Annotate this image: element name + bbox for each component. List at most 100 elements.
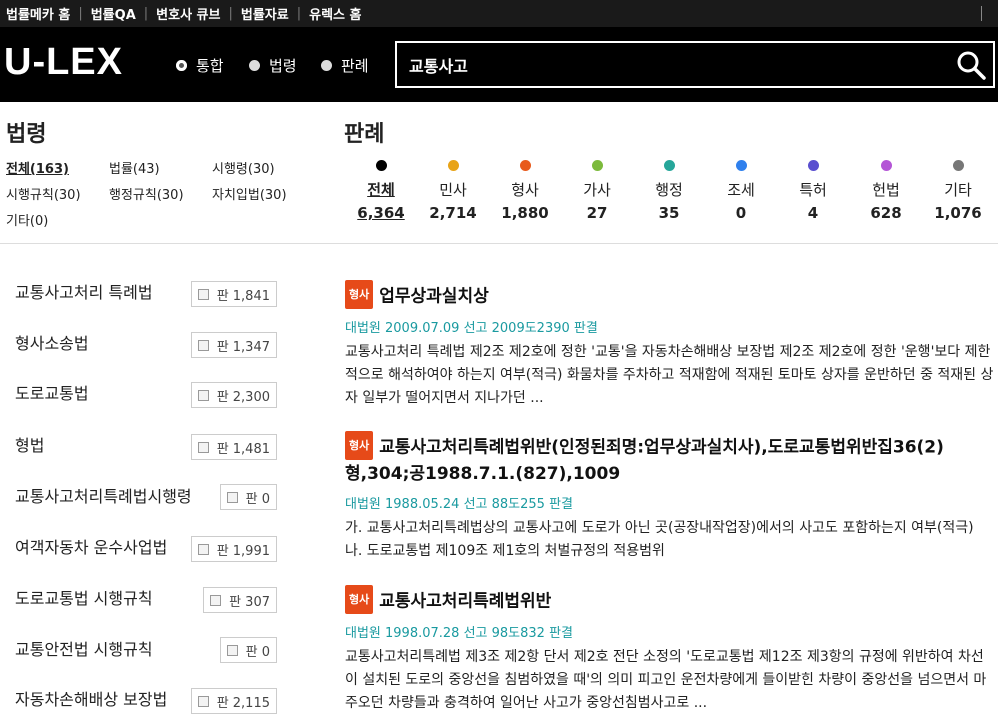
case-count-filter[interactable]: 판 1,841 — [190, 281, 277, 307]
law-name-link[interactable]: 여객자동차 운수사업법 — [15, 534, 167, 558]
checkbox-icon[interactable] — [197, 288, 209, 300]
category-count: 1,076 — [934, 204, 982, 222]
case-count-filter[interactable]: 판 1,347 — [190, 332, 277, 358]
case-meta[interactable]: 대법원 1988.05.24 선고 88도255 판결 — [345, 493, 995, 512]
category-label: 기타 — [944, 181, 972, 199]
category-count: 1,880 — [501, 204, 549, 222]
logo[interactable]: U-LEX — [4, 41, 123, 84]
law-list-item: 자동차손해배상 보장법 판 2,115 — [15, 686, 277, 714]
case-category-all[interactable]: 전체 6,364 — [341, 160, 421, 222]
topnav-separator: | — [78, 6, 83, 21]
case-count-filter[interactable]: 판 2,300 — [190, 382, 277, 408]
category-dot-icon — [447, 160, 459, 171]
case-result-item: 형사 교통사고처리특례법위반(인정된죄명:업무상과실치사),도로교통법위반집36(… — [345, 431, 995, 563]
case-count-filter[interactable]: 판 2,115 — [190, 688, 277, 714]
case-count-filter[interactable]: 판 1,991 — [190, 536, 277, 562]
case-count-filter[interactable]: 판 1,481 — [190, 434, 277, 460]
category-dot-icon — [880, 160, 892, 171]
case-category-patent[interactable]: 특허 4 — [773, 160, 853, 222]
category-label: 전체 — [367, 181, 395, 199]
topnav-lawyer-cube[interactable]: 변호사 큐브 — [156, 4, 220, 23]
law-name-link[interactable]: 교통사고처리 특례법 — [15, 279, 153, 303]
law-name-link[interactable]: 형사소송법 — [15, 330, 89, 354]
law-list-item: 교통사고처리 특례법 판 1,841 — [15, 279, 277, 307]
checkbox-icon[interactable] — [226, 491, 238, 503]
law-filter-acts[interactable]: 법률(43) — [109, 158, 160, 177]
law-filter-other[interactable]: 기타(0) — [6, 210, 48, 229]
category-label: 조세 — [727, 181, 755, 199]
case-type-badge: 형사 — [345, 585, 374, 614]
checkbox-icon[interactable] — [197, 695, 209, 707]
search-input[interactable] — [409, 43, 949, 86]
case-section-title: 판례 — [344, 122, 385, 147]
radio-icon — [321, 60, 332, 71]
law-list-item: 형법 판 1,481 — [15, 432, 277, 460]
search-icon[interactable] — [955, 49, 987, 81]
top-nav-bar: 법률메카 홈 | 법률QA | 변호사 큐브 | 법률자료 | 유렉스 홈 — [0, 0, 998, 27]
law-name-link[interactable]: 교통사고처리특례법시행령 — [15, 483, 192, 507]
category-dot-icon — [663, 160, 675, 171]
checkbox-icon[interactable] — [197, 389, 209, 401]
search-mode-all[interactable]: 통합 — [176, 55, 224, 76]
law-filter-all[interactable]: 전체(163) — [6, 158, 69, 177]
case-result-item: 형사 업무상과실치상 대법원 2009.07.09 선고 2009도2390 판결… — [345, 280, 995, 410]
category-count: 27 — [586, 204, 608, 222]
case-category-civil[interactable]: 민사 2,714 — [413, 160, 493, 222]
law-list-item: 형사소송법 판 1,347 — [15, 330, 277, 358]
topnav-law-qa[interactable]: 법률QA — [91, 4, 136, 23]
search-box — [395, 41, 995, 88]
law-section-title: 법령 — [6, 122, 47, 147]
case-summary: 가. 교통사고처리특례법상의 교통사고에 도로가 아닌 곳(공장내작업장)에서의… — [345, 520, 974, 559]
category-count: 6,364 — [357, 204, 405, 222]
checkbox-icon[interactable] — [210, 594, 222, 606]
case-count-filter[interactable]: 판 307 — [203, 587, 277, 613]
category-count: 628 — [870, 204, 902, 222]
checkbox-icon[interactable] — [197, 441, 209, 453]
case-title-link[interactable]: 형사 업무상과실치상 — [345, 280, 995, 311]
law-filter-decrees[interactable]: 시행령(30) — [212, 158, 275, 177]
case-count-filter[interactable]: 판 0 — [219, 484, 277, 510]
case-title-link[interactable]: 형사 교통사고처리특례법위반(인정된죄명:업무상과실치사),도로교통법위반집36(… — [345, 431, 995, 487]
case-meta[interactable]: 대법원 1998.07.28 선고 98도832 판결 — [345, 622, 995, 641]
search-mode-label: 통합 — [196, 57, 224, 75]
case-category-constitutional[interactable]: 헌법 628 — [846, 160, 926, 222]
topnav-separator: | — [296, 6, 302, 21]
search-mode-label: 법령 — [269, 57, 297, 75]
header: U-LEX 통합 법령 판례 — [0, 27, 998, 102]
law-name-link[interactable]: 교통안전법 시행규칙 — [15, 636, 153, 660]
checkbox-icon[interactable] — [226, 644, 238, 656]
case-summary: 교통사고처리 특례법 제2조 제2호에 정한 '교통'을 자동차손해배상 보장법… — [345, 344, 994, 406]
topnav-law-materials[interactable]: 법률자료 — [241, 4, 289, 23]
category-dot-icon — [375, 160, 387, 171]
case-category-family[interactable]: 가사 27 — [557, 160, 637, 222]
law-list-item: 도로교통법 판 2,300 — [15, 380, 277, 408]
law-filter-admin-rules[interactable]: 행정규칙(30) — [109, 184, 184, 203]
topnav-lawmeca-home[interactable]: 법률메카 홈 — [6, 4, 70, 23]
topnav-ulex-home[interactable]: 유렉스 홈 — [309, 4, 361, 23]
search-mode-cases[interactable]: 판례 — [321, 55, 369, 76]
category-count: 0 — [735, 204, 747, 222]
case-category-other[interactable]: 기타 1,076 — [918, 160, 998, 222]
topnav-separator: | — [228, 6, 233, 21]
law-name-link[interactable]: 도로교통법 — [15, 380, 89, 404]
law-filter-local-laws[interactable]: 자치입법(30) — [212, 184, 287, 203]
checkbox-icon[interactable] — [197, 543, 209, 555]
law-filter-rules[interactable]: 시행규칙(30) — [6, 184, 81, 203]
case-count-filter[interactable]: 판 0 — [219, 637, 277, 663]
law-name-link[interactable]: 도로교통법 시행규칙 — [15, 585, 153, 609]
case-category-administrative[interactable]: 행정 35 — [629, 160, 709, 222]
case-result-item: 형사 교통사고처리특례법위반 대법원 1998.07.28 선고 98도832 판… — [345, 585, 995, 715]
checkbox-icon[interactable] — [197, 339, 209, 351]
law-name-link[interactable]: 자동차손해배상 보장법 — [15, 686, 167, 710]
case-category-tax[interactable]: 조세 0 — [701, 160, 781, 222]
case-title-link[interactable]: 형사 교통사고처리특례법위반 — [345, 585, 995, 616]
case-meta[interactable]: 대법원 2009.07.09 선고 2009도2390 판결 — [345, 317, 995, 336]
radio-selected-icon — [176, 60, 187, 71]
topnav-separator: | — [143, 6, 149, 21]
category-label: 민사 — [439, 181, 467, 199]
search-mode-laws[interactable]: 법령 — [249, 55, 297, 76]
category-dot-icon — [591, 160, 603, 171]
case-category-criminal[interactable]: 형사 1,880 — [485, 160, 565, 222]
law-name-link[interactable]: 형법 — [15, 432, 44, 456]
law-list-item: 교통사고처리특례법시행령 판 0 — [15, 483, 277, 510]
